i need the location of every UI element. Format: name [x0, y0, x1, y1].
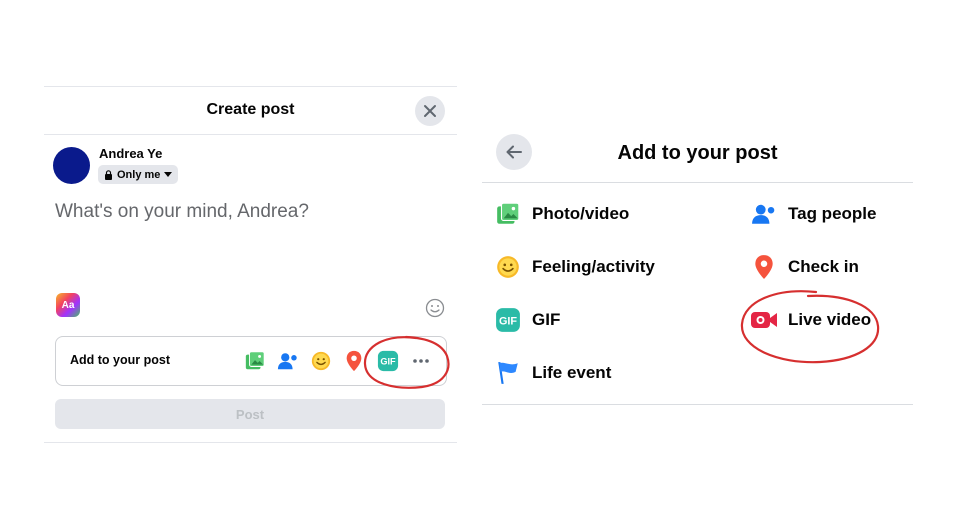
dialog-header: Create post	[44, 87, 457, 135]
gif-button[interactable]: GIF	[376, 349, 400, 373]
close-icon	[424, 105, 436, 117]
lock-icon	[105, 169, 112, 180]
option-label: Photo/video	[532, 204, 630, 223]
photo-video-icon	[494, 200, 522, 228]
tag-people-icon	[750, 200, 778, 228]
option-label: Life event	[532, 363, 612, 382]
option-feeling-activity[interactable]: Feeling/activity	[494, 253, 655, 281]
composer-input[interactable]: What's on your mind, Andrea?	[55, 201, 309, 223]
option-label: Feeling/activity	[532, 257, 655, 276]
create-post-dialog: Create post Andrea Ye Only me What's on …	[44, 86, 457, 443]
emoji-button[interactable]	[425, 298, 445, 323]
option-gif[interactable]: GIF GIF	[494, 306, 560, 334]
option-life-event[interactable]: Life event	[494, 359, 611, 387]
feeling-icon	[311, 351, 331, 371]
option-label: Live video	[788, 310, 872, 329]
more-icon	[413, 359, 429, 363]
photo-video-icon	[245, 351, 265, 370]
option-label: GIF	[532, 310, 561, 329]
add-to-post-label: Add to your post	[70, 353, 170, 367]
more-button[interactable]	[409, 349, 433, 373]
option-check-in[interactable]: Check in	[750, 253, 859, 281]
post-button[interactable]: Post	[55, 399, 445, 429]
live-video-icon	[750, 306, 778, 334]
text-format-label: Aa	[61, 299, 75, 311]
option-tag-people[interactable]: Tag people	[750, 200, 876, 228]
close-button[interactable]	[415, 96, 445, 126]
caret-down-icon	[164, 172, 173, 177]
feeling-icon	[494, 253, 522, 281]
option-live-video[interactable]: Live video	[750, 306, 871, 334]
tag-people-button[interactable]	[276, 349, 300, 373]
post-button-label: Post	[235, 406, 265, 422]
avatar[interactable]	[53, 147, 90, 184]
option-label: Check in	[788, 257, 859, 276]
panel-header: Add to your post	[482, 126, 913, 183]
user-name: Andrea Ye	[99, 146, 163, 161]
option-photo-video[interactable]: Photo/video	[494, 200, 629, 228]
emoji-icon	[425, 298, 445, 318]
check-in-icon	[346, 350, 362, 372]
panel-title: Add to your post	[617, 142, 778, 164]
check-in-button[interactable]	[342, 349, 366, 373]
gif-icon: GIF	[377, 350, 399, 372]
dialog-title: Create post	[206, 101, 295, 118]
privacy-label: Only me	[117, 168, 161, 181]
gif-icon-label: GIF	[380, 357, 396, 367]
privacy-selector[interactable]: Only me	[98, 165, 179, 184]
text-format-button[interactable]: Aa	[56, 293, 80, 317]
gif-icon: GIF	[494, 306, 522, 334]
add-to-post-bar: Add to your post GIF	[55, 336, 447, 386]
gif-icon-label: GIF	[499, 315, 517, 327]
feeling-button[interactable]	[309, 349, 333, 373]
photo-video-button[interactable]	[243, 349, 267, 373]
add-to-post-panel: Add to your post Photo/video Tag people	[482, 126, 913, 405]
life-event-icon	[494, 359, 522, 387]
tag-people-icon	[277, 353, 297, 370]
check-in-icon	[750, 253, 778, 281]
option-label: Tag people	[788, 204, 877, 223]
